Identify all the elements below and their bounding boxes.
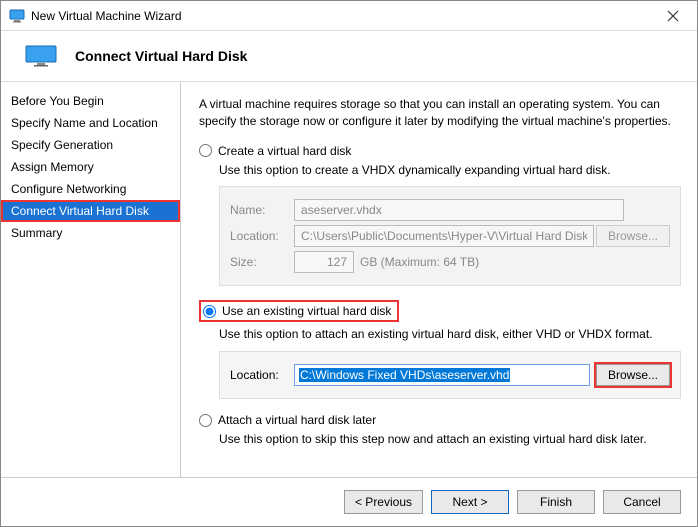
existing-form: Location: C:\Windows Fixed VHDs\aseserve…	[219, 351, 681, 399]
radio-existing-vhd[interactable]	[203, 305, 216, 318]
create-loc-label: Location:	[230, 229, 294, 243]
titlebar: New Virtual Machine Wizard	[1, 1, 697, 31]
create-name-label: Name:	[230, 203, 294, 217]
wizard-body: Before You Begin Specify Name and Locati…	[1, 82, 697, 477]
wizard-content: A virtual machine requires storage so th…	[181, 82, 697, 477]
app-icon	[9, 8, 25, 24]
option-later-block: Attach a virtual hard disk later Use thi…	[199, 413, 681, 448]
create-loc-input	[294, 225, 594, 247]
cancel-button[interactable]: Cancel	[603, 490, 681, 514]
wizard-footer: < Previous Next > Finish Cancel	[1, 477, 697, 526]
existing-loc-value: C:\Windows Fixed VHDs\aseserver.vhd	[299, 368, 510, 382]
create-desc: Use this option to create a VHDX dynamic…	[219, 162, 681, 179]
existing-loc-input[interactable]: C:\Windows Fixed VHDs\aseserver.vhd	[294, 364, 590, 386]
previous-button[interactable]: < Previous	[344, 490, 423, 514]
step-specify-generation[interactable]: Specify Generation	[1, 134, 180, 156]
existing-loc-label: Location:	[230, 368, 294, 382]
step-before-you-begin[interactable]: Before You Begin	[1, 90, 180, 112]
wizard-steps-sidebar: Before You Begin Specify Name and Locati…	[1, 82, 181, 477]
radio-existing-label: Use an existing virtual hard disk	[222, 304, 391, 318]
close-icon	[667, 10, 679, 22]
next-button[interactable]: Next >	[431, 490, 509, 514]
radio-later-vhd[interactable]	[199, 414, 212, 427]
later-desc: Use this option to skip this step now an…	[219, 431, 681, 448]
option-existing-block: Use an existing virtual hard disk Use th…	[199, 300, 681, 399]
radio-create-label: Create a virtual hard disk	[218, 144, 351, 158]
step-assign-memory[interactable]: Assign Memory	[1, 156, 180, 178]
existing-browse-button[interactable]: Browse...	[596, 364, 670, 386]
radio-later-label: Attach a virtual hard disk later	[218, 413, 376, 427]
monitor-icon	[25, 45, 57, 67]
radio-existing-highlight: Use an existing virtual hard disk	[199, 300, 399, 322]
window-title: New Virtual Machine Wizard	[31, 9, 653, 23]
step-summary[interactable]: Summary	[1, 222, 180, 244]
step-connect-virtual-hard-disk[interactable]: Connect Virtual Hard Disk	[1, 200, 180, 222]
intro-text: A virtual machine requires storage so th…	[199, 96, 681, 130]
step-specify-name-location[interactable]: Specify Name and Location	[1, 112, 180, 134]
step-configure-networking[interactable]: Configure Networking	[1, 178, 180, 200]
option-create-block: Create a virtual hard disk Use this opti…	[199, 144, 681, 287]
create-form: Name: Location: Browse... Size: GB (Maxi…	[219, 186, 681, 286]
existing-desc: Use this option to attach an existing vi…	[219, 326, 681, 343]
wizard-header: Connect Virtual Hard Disk	[1, 31, 697, 82]
close-button[interactable]	[653, 2, 693, 30]
create-name-input	[294, 199, 624, 221]
create-size-label: Size:	[230, 255, 294, 269]
create-size-input	[294, 251, 354, 273]
wizard-window: New Virtual Machine Wizard Connect Virtu…	[0, 0, 698, 527]
create-browse-button: Browse...	[596, 225, 670, 247]
page-title: Connect Virtual Hard Disk	[75, 48, 247, 64]
finish-button[interactable]: Finish	[517, 490, 595, 514]
radio-create-vhd[interactable]	[199, 144, 212, 157]
create-size-unit: GB (Maximum: 64 TB)	[360, 255, 479, 269]
